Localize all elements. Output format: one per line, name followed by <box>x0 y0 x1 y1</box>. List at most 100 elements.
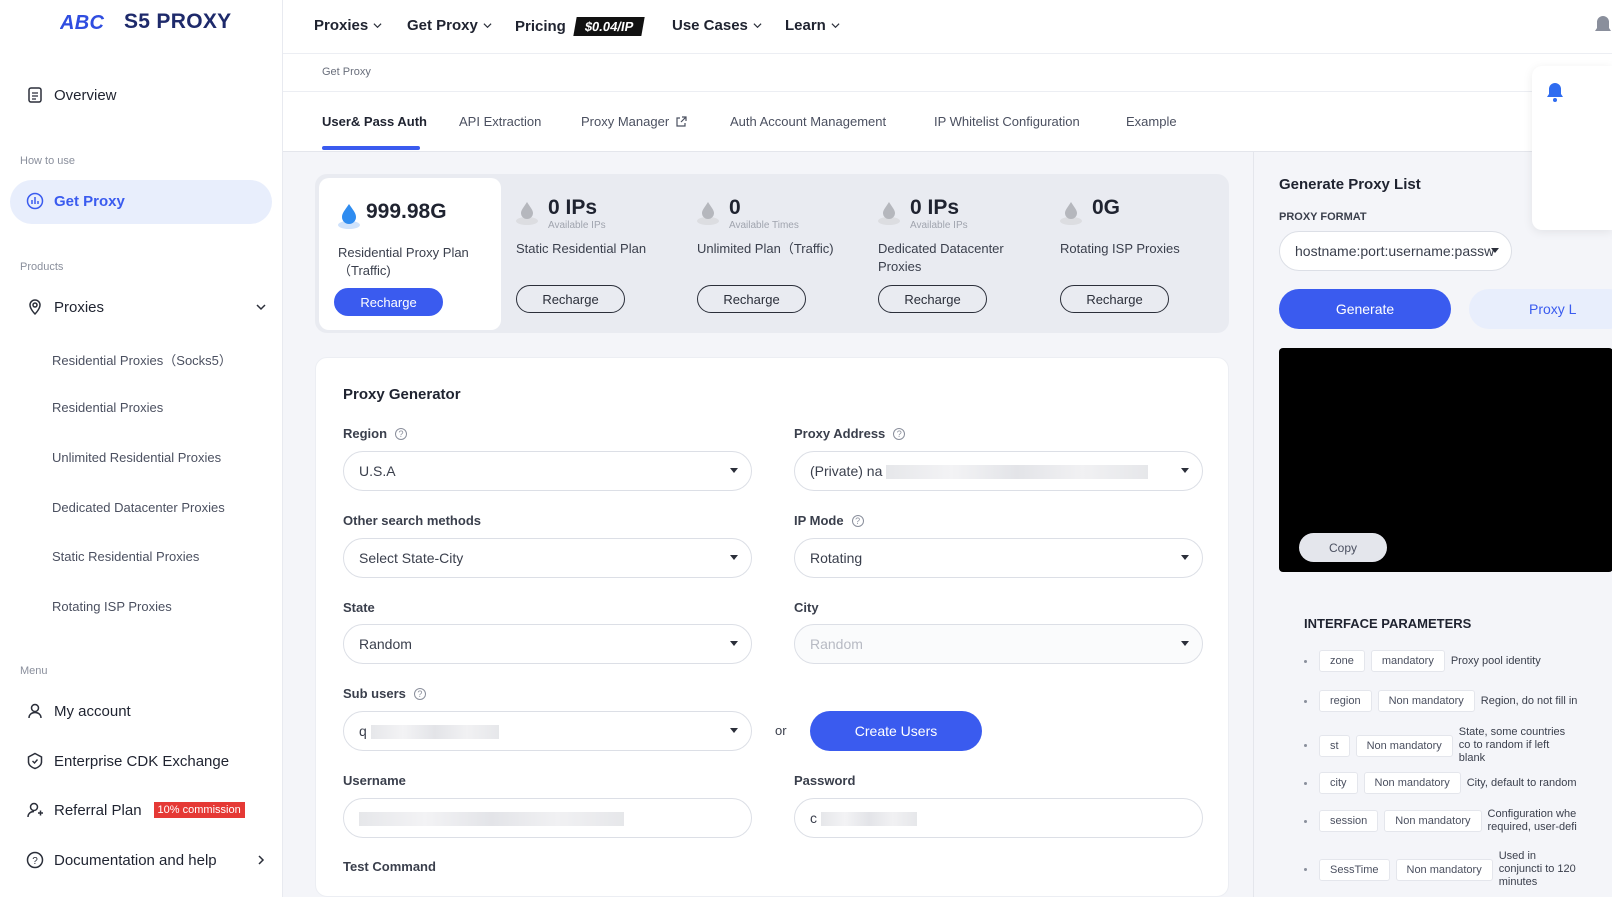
other-search-label: Other search methods <box>343 513 481 528</box>
plan-value: 0 IPs <box>548 196 598 219</box>
state-select[interactable]: Random <box>343 624 752 664</box>
chevron-down-icon[interactable] <box>256 302 266 312</box>
sidebar: ABC S5 PROXY Overview How to use Get Pro… <box>0 0 283 897</box>
proxy-address-select[interactable]: (Private) na <box>794 451 1203 491</box>
redacted-blur <box>359 812 624 827</box>
username-field[interactable] <box>343 798 752 838</box>
or-text: or <box>775 723 787 738</box>
recharge-button[interactable]: Recharge <box>516 285 625 313</box>
tab-example[interactable]: Example <box>1126 114 1177 129</box>
brand-name: S5 PROXY <box>124 10 232 33</box>
user-icon <box>28 703 42 719</box>
region-select[interactable]: U.S.A <box>343 451 752 491</box>
section-menu: Menu <box>20 665 48 677</box>
tab-auth-account[interactable]: Auth Account Management <box>730 114 886 129</box>
sidebar-item-my-account[interactable]: My account <box>26 702 131 720</box>
plan-card-static-residential: 0 IPs Available IPs Static Residential P… <box>497 174 679 333</box>
sidebar-sub-unlimited[interactable]: Unlimited Residential Proxies <box>52 450 221 465</box>
recharge-button[interactable]: Recharge <box>1060 285 1169 313</box>
section-products: Products <box>20 261 64 273</box>
plan-value: 0 <box>729 196 741 219</box>
sidebar-sub-datacenter[interactable]: Dedicated Datacenter Proxies <box>52 500 225 515</box>
recharge-button[interactable]: Recharge <box>697 285 806 313</box>
tab-api-extraction[interactable]: API Extraction <box>459 114 541 129</box>
sidebar-item-get-proxy[interactable]: Get Proxy <box>26 192 125 210</box>
test-command-label: Test Command <box>343 859 436 874</box>
sub-users-select[interactable]: q <box>343 711 752 751</box>
plan-name: Rotating ISP Proxies <box>1060 241 1180 256</box>
plan-name: Residential Proxy Plan（Traffic) <box>338 245 469 278</box>
topnav-proxies[interactable]: Proxies <box>314 17 382 34</box>
globe-drop-icon <box>878 202 900 225</box>
plan-value: 0 IPs <box>910 196 960 219</box>
help-icon[interactable]: ? <box>851 514 864 527</box>
svg-text:?: ? <box>32 856 38 867</box>
state-city-select[interactable]: Select State-City <box>343 538 752 578</box>
plan-unit: Available Times <box>729 220 799 231</box>
password-field[interactable]: c <box>794 798 1203 838</box>
tab-ip-whitelist[interactable]: IP Whitelist Configuration <box>934 114 1080 129</box>
param-row: city Non mandatory City, default to rand… <box>1304 772 1577 794</box>
plan-card-unlimited: 0 Available Times Unlimited Plan（Traffic… <box>678 174 860 333</box>
generator-title: Proxy Generator <box>343 386 461 403</box>
plan-value: 999.98G <box>366 200 447 223</box>
sidebar-item-overview[interactable]: Overview <box>26 86 117 104</box>
param-row: session Non mandatory Configuration whe … <box>1304 808 1578 834</box>
plan-name: Dedicated Datacenter Proxies <box>878 241 1004 274</box>
shield-icon <box>27 752 43 770</box>
bell-icon[interactable] <box>1546 82 1564 102</box>
help-icon[interactable]: ? <box>893 427 906 440</box>
sidebar-item-proxies[interactable]: Proxies <box>26 298 266 316</box>
recharge-button[interactable]: Recharge <box>334 288 443 316</box>
generate-button[interactable]: Generate <box>1279 289 1451 329</box>
create-users-button[interactable]: Create Users <box>810 711 982 751</box>
plan-name: Unlimited Plan（Traffic) <box>697 241 834 256</box>
bell-icon[interactable] <box>1594 14 1612 36</box>
brand-logo[interactable]: ABC S5 PROXY <box>60 10 231 34</box>
proxy-format-select[interactable]: hostname:port:username:passw <box>1279 231 1512 271</box>
proxy-output-box[interactable]: Copy <box>1279 348 1612 572</box>
breadcrumb-current: Get Proxy <box>322 66 371 78</box>
floating-notification-panel[interactable] <box>1532 66 1612 230</box>
param-row: zone mandatory Proxy pool identity <box>1304 650 1541 672</box>
tab-user-pass-auth[interactable]: User& Pass Auth <box>322 114 427 129</box>
ip-mode-select[interactable]: Rotating <box>794 538 1203 578</box>
active-tab-indicator <box>322 146 420 150</box>
proxy-list-button[interactable]: Proxy L <box>1469 289 1612 329</box>
caret-down-icon <box>1181 555 1189 560</box>
sidebar-item-docs[interactable]: ? Documentation and help <box>26 851 266 869</box>
topnav-get-proxy[interactable]: Get Proxy <box>407 17 492 34</box>
tab-proxy-manager[interactable]: Proxy Manager <box>581 114 687 129</box>
svg-text:ABC: ABC <box>60 12 104 33</box>
document-icon <box>28 87 42 103</box>
state-label: State <box>343 600 375 615</box>
globe-drop-icon <box>516 202 538 225</box>
help-icon[interactable]: ? <box>413 687 426 700</box>
plan-name: Static Residential Plan <box>516 241 647 256</box>
proxy-format-label: PROXY FORMAT <box>1279 211 1367 223</box>
topnav-use-cases[interactable]: Use Cases <box>672 17 762 34</box>
copy-button[interactable]: Copy <box>1299 533 1387 562</box>
sidebar-sub-rotating-isp[interactable]: Rotating ISP Proxies <box>52 599 172 614</box>
user-plus-icon <box>27 802 43 818</box>
topnav-learn[interactable]: Learn <box>785 17 840 34</box>
city-select[interactable]: Random <box>794 624 1203 664</box>
topnav-pricing[interactable]: Pricing $0.04/IP <box>515 17 645 36</box>
proxy-address-label: Proxy Address ? <box>794 426 906 441</box>
globe-drop-icon <box>338 204 360 229</box>
chevron-down-icon <box>831 23 840 29</box>
external-link-icon <box>676 115 687 127</box>
chevron-down-icon <box>373 23 382 29</box>
help-icon[interactable]: ? <box>395 427 408 440</box>
password-label: Password <box>794 773 856 788</box>
sidebar-sub-residential[interactable]: Residential Proxies <box>52 400 163 415</box>
proxy-generator: Proxy Generator Region ? U.S.A Proxy Add… <box>315 357 1229 897</box>
recharge-button[interactable]: Recharge <box>878 285 987 313</box>
chevron-right-icon[interactable] <box>256 855 266 865</box>
sidebar-sub-residential-socks5[interactable]: Residential Proxies（Socks5） <box>52 350 232 369</box>
sidebar-sub-static[interactable]: Static Residential Proxies <box>52 549 199 564</box>
username-label: Username <box>343 773 406 788</box>
sidebar-item-enterprise-cdk[interactable]: Enterprise CDK Exchange <box>26 752 229 770</box>
sidebar-item-referral[interactable]: Referral Plan 10% commission <box>26 801 245 819</box>
redacted-blur <box>370 725 499 740</box>
